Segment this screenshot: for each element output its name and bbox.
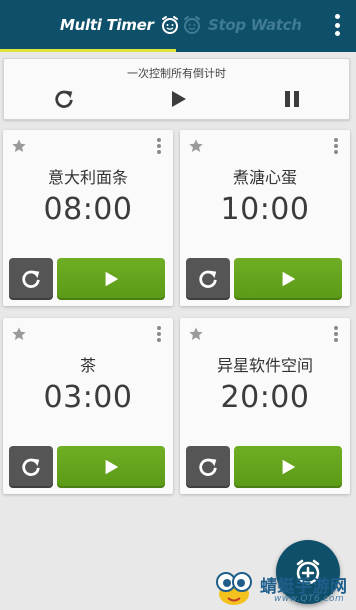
app-header: Multi Timer Stop Watch [0, 0, 356, 52]
favorite-star-icon[interactable] [188, 138, 204, 154]
start-timer-button[interactable] [57, 258, 165, 300]
tab-multi-timer-label: Multi Timer [60, 16, 154, 34]
timer-name: 茶 [79, 356, 96, 375]
overflow-menu-icon[interactable] [334, 14, 340, 36]
alarm-clock-icon [184, 16, 200, 34]
timer-time: 08:00 [43, 192, 133, 227]
control-all-panel: 一次控制所有倒计时 [3, 58, 350, 120]
tab-stop-watch[interactable]: Stop Watch [182, 0, 302, 50]
play-icon [282, 459, 296, 475]
reset-timer-button[interactable] [9, 258, 53, 300]
timer-card: 茶 03:00 [3, 318, 173, 494]
start-timer-button[interactable] [234, 446, 342, 488]
timer-time: 03:00 [43, 380, 133, 415]
card-menu-icon[interactable] [157, 138, 161, 154]
timer-name: 意大利面条 [47, 168, 128, 187]
control-all-caption: 一次控制所有倒计时 [127, 67, 226, 80]
reset-timer-button[interactable] [9, 446, 53, 488]
pause-all-icon [285, 91, 299, 107]
play-all-icon [172, 91, 186, 107]
start-timer-button[interactable] [57, 446, 165, 488]
active-tab-indicator [0, 49, 176, 52]
favorite-star-icon[interactable] [11, 138, 27, 154]
timer-name: 煮溏心蛋 [232, 168, 297, 187]
alarm-clock-icon [161, 16, 178, 34]
timer-name: 异星软件空间 [216, 356, 313, 375]
card-menu-icon[interactable] [334, 326, 338, 342]
reset-icon [199, 270, 217, 288]
favorite-star-icon[interactable] [188, 326, 204, 342]
start-timer-button[interactable] [234, 258, 342, 300]
play-icon [105, 459, 119, 475]
reset-icon [22, 458, 40, 476]
reset-icon [199, 458, 217, 476]
dragonfly-mascot-icon [216, 572, 252, 605]
timer-time: 10:00 [220, 192, 310, 227]
tab-multi-timer[interactable]: Multi Timer [60, 0, 180, 50]
card-menu-icon[interactable] [157, 326, 161, 342]
reset-icon [22, 270, 40, 288]
timer-card: 煮溏心蛋 10:00 [180, 130, 350, 306]
favorite-star-icon[interactable] [11, 326, 27, 342]
timer-card: 意大利面条 08:00 [3, 130, 173, 306]
reset-all-icon [55, 90, 73, 108]
pause-all-button[interactable] [278, 85, 306, 113]
play-icon [105, 271, 119, 287]
play-all-button[interactable] [164, 85, 192, 113]
card-menu-icon[interactable] [334, 138, 338, 154]
site-watermark: 蜻蜓手游网 www.QT6.com [212, 568, 356, 610]
timer-card: 异星软件空间 20:00 [180, 318, 350, 494]
reset-timer-button[interactable] [186, 258, 230, 300]
reset-timer-button[interactable] [186, 446, 230, 488]
watermark-url: www.QT6.com [274, 594, 345, 604]
timer-time: 20:00 [220, 380, 310, 415]
reset-all-button[interactable] [50, 85, 78, 113]
play-icon [282, 271, 296, 287]
tab-stop-watch-label: Stop Watch [208, 16, 302, 34]
